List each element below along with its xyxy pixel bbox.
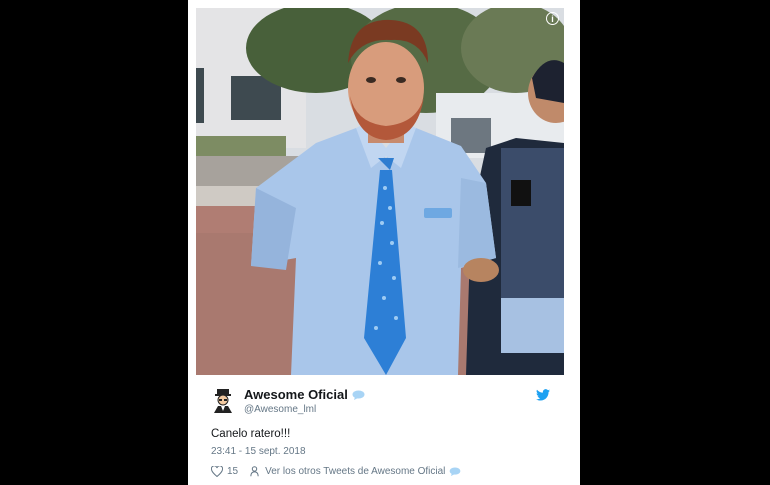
tweet-photo[interactable]: i xyxy=(196,8,564,375)
embedded-tweet: i Awesome Oficial @Awesome_lml Canelo ra… xyxy=(188,0,580,485)
display-name[interactable]: Awesome Oficial xyxy=(244,387,348,402)
tweet-text: Canelo ratero!!! xyxy=(211,428,291,440)
avatar[interactable] xyxy=(210,387,236,413)
speech-bubble-icon xyxy=(450,467,461,476)
see-more-tweets-link[interactable]: Ver los otros Tweets de Awesome Oficial xyxy=(265,466,445,477)
tweet-card: Awesome Oficial @Awesome_lml Canelo rate… xyxy=(196,376,564,485)
tweet-timestamp[interactable]: 23:41 - 15 sept. 2018 xyxy=(211,446,306,457)
like-count[interactable]: 15 xyxy=(227,466,238,477)
photo-illustration xyxy=(196,8,564,375)
person-icon xyxy=(250,466,259,477)
author-name-row: Awesome Oficial xyxy=(244,387,365,402)
heart-icon[interactable] xyxy=(211,466,223,477)
user-handle[interactable]: @Awesome_lml xyxy=(244,404,316,415)
twitter-bird-icon[interactable] xyxy=(536,389,550,401)
tweet-actions: 15 Ver los otros Tweets de Awesome Ofici… xyxy=(211,466,461,477)
info-icon[interactable]: i xyxy=(546,12,559,25)
speech-bubble-icon xyxy=(352,390,365,400)
